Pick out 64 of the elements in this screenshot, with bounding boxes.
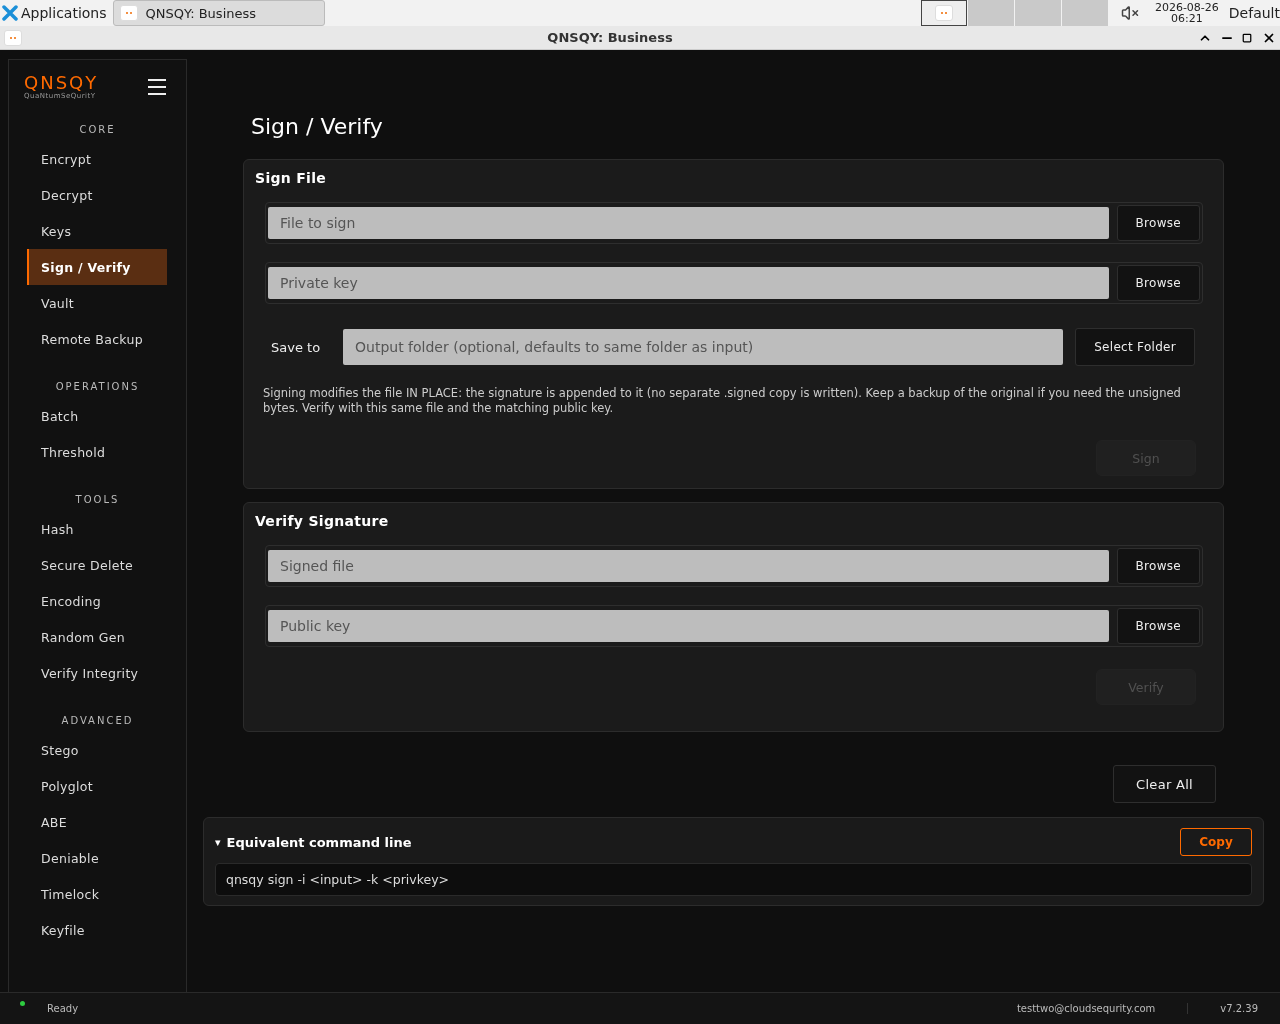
sidebar-item[interactable]: Keyfile — [27, 912, 167, 948]
sidebar-item[interactable]: Batch — [27, 398, 167, 434]
sidebar-item[interactable]: Sign / Verify — [27, 249, 167, 285]
maximize-icon[interactable] — [1242, 32, 1252, 43]
card-title: Verify Signature — [255, 513, 390, 529]
workspace-switcher[interactable] — [1014, 0, 1061, 26]
x-logo-icon — [2, 5, 18, 21]
copy-button[interactable]: Copy — [1180, 828, 1252, 856]
browse-button[interactable]: Browse — [1116, 265, 1200, 301]
select-folder-button[interactable]: Select Folder — [1075, 328, 1195, 366]
output-folder-field[interactable]: Output folder (optional, defaults to same folder as input) — [343, 329, 1064, 365]
sidebar-item[interactable]: Keys — [27, 213, 167, 249]
sidebar-item[interactable]: Secure Delete — [27, 547, 167, 583]
caret-icon: ▾ — [215, 835, 221, 849]
workspace-switcher[interactable] — [967, 0, 1014, 26]
info-note: Signing modifies the file IN PLACE: the signature is appended to it (no separate .signed copy is written). Keep a backup of the original if you need the unsigned bytes. Verify with this same file and the matching public key. — [263, 386, 1182, 416]
sidebar-item[interactable]: ABE — [27, 804, 167, 840]
clear-all-button[interactable]: Clear All — [1113, 765, 1216, 803]
browse-button[interactable]: Browse — [1116, 548, 1200, 584]
window-title: QNSQY: Business — [546, 30, 674, 45]
status-dot — [20, 1001, 25, 1006]
command-text: qnsqy sign -i <input> -k <privkey> — [215, 863, 1252, 896]
sidebar-item[interactable]: Vault — [27, 285, 167, 321]
file-path-field[interactable]: Private key — [268, 267, 1109, 299]
card-title: Sign File — [255, 170, 328, 186]
sidebar-item[interactable]: Encrypt — [27, 141, 167, 177]
section-heading: CORE — [78, 124, 117, 135]
muted-speaker-icon[interactable] — [1120, 4, 1139, 22]
browse-button[interactable]: Browse — [1116, 608, 1200, 644]
sidebar-item[interactable]: Threshold — [27, 434, 167, 470]
workspace-switcher[interactable] — [1061, 0, 1108, 26]
sidebar-item[interactable]: Verify Integrity — [27, 655, 167, 691]
sidebar-item[interactable]: Encoding — [27, 583, 167, 619]
section-heading: ADVANCED — [60, 715, 135, 726]
app-icon — [4, 29, 22, 46]
user-email: testtwo@cloudsequrity.com — [1016, 1003, 1156, 1014]
keyboard-layout[interactable]: Default — [1228, 5, 1280, 21]
app-icon — [934, 5, 953, 21]
sidebar-item[interactable]: Polyglot — [27, 768, 167, 804]
section-heading: TOOLS — [74, 494, 121, 505]
app-icon — [119, 5, 138, 21]
menu-icon[interactable] — [148, 77, 166, 97]
page-title: Sign / Verify — [251, 114, 384, 139]
browse-button[interactable]: Browse — [1116, 205, 1200, 241]
command-line-toggle[interactable]: ▾ Equivalent command line — [215, 834, 412, 850]
file-path-field[interactable]: Public key — [268, 610, 1109, 642]
field-label: Save to — [271, 339, 322, 355]
sidebar-item[interactable]: Stego — [27, 732, 167, 768]
sidebar-item[interactable]: Timelock — [27, 876, 167, 912]
logo: QNSQY — [24, 74, 99, 92]
sidebar-item[interactable]: Deniable — [27, 840, 167, 876]
clock: 2026-08-26 06:21 — [1154, 2, 1219, 24]
status-text: Ready — [47, 1003, 79, 1014]
sidebar-item[interactable]: Random Gen — [27, 619, 167, 655]
workspace-switcher[interactable] — [920, 0, 967, 26]
file-path-field[interactable]: File to sign — [268, 207, 1109, 239]
sidebar-item[interactable]: Remote Backup — [27, 321, 167, 357]
version-text: v7.2.39 — [1187, 1003, 1258, 1014]
sidebar-item[interactable]: Decrypt — [27, 177, 167, 213]
sidebar-item[interactable]: Hash — [27, 511, 167, 547]
file-path-field[interactable]: Signed file — [268, 550, 1109, 582]
taskbar-task[interactable]: QNSQY: Business — [112, 0, 325, 26]
section-heading: OPERATIONS — [54, 381, 141, 392]
applications-menu[interactable]: Applications — [0, 5, 113, 21]
